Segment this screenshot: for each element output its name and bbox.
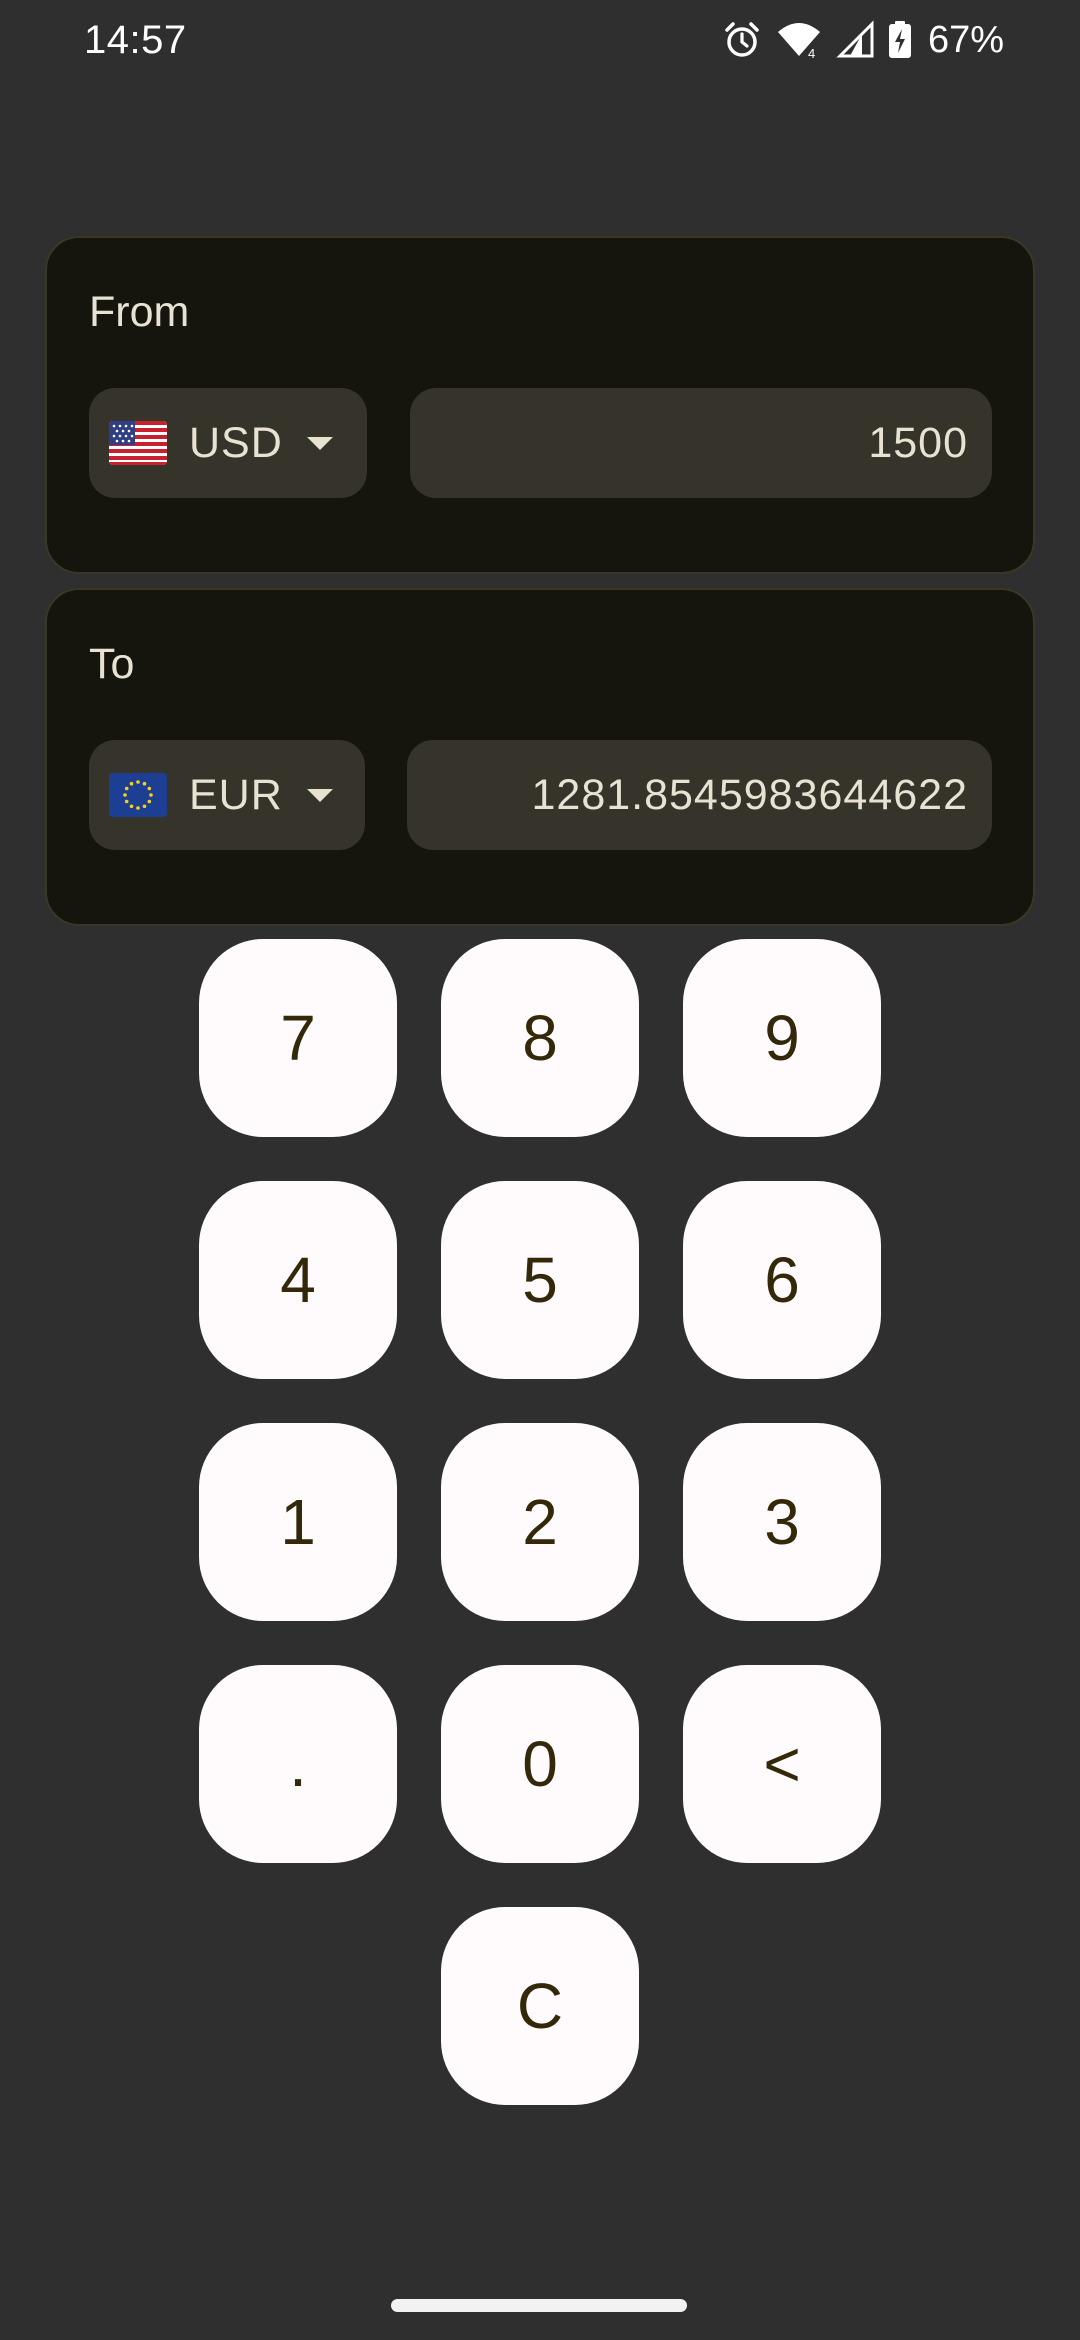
dropdown-arrow-icon xyxy=(306,788,333,802)
cell-signal-icon xyxy=(836,20,874,60)
us-flag-icon xyxy=(109,421,167,465)
key-2[interactable]: 2 xyxy=(441,1423,639,1621)
from-card: From USD 1500 xyxy=(45,236,1035,574)
from-currency-dropdown[interactable]: USD xyxy=(89,388,367,498)
battery-charging-icon xyxy=(888,20,912,60)
battery-percent: 67% xyxy=(927,18,1004,61)
status-icons: 4 67% xyxy=(722,16,1004,64)
status-time: 14:57 xyxy=(84,18,187,62)
from-currency-code: USD xyxy=(189,418,283,467)
to-amount-field[interactable]: 1281.8545983644622 xyxy=(407,740,992,850)
eu-flag-icon xyxy=(109,773,167,817)
status-bar: 14:57 4 67% xyxy=(0,0,1080,80)
key-7[interactable]: 7 xyxy=(199,939,397,1137)
to-currency-dropdown[interactable]: EUR xyxy=(89,740,365,850)
key-0[interactable]: 0 xyxy=(441,1665,639,1863)
key-3[interactable]: 3 xyxy=(683,1423,881,1621)
key-backspace[interactable]: < xyxy=(683,1665,881,1863)
gesture-nav-bar[interactable] xyxy=(391,2299,687,2312)
from-amount-field[interactable]: 1500 xyxy=(410,388,992,498)
key-9[interactable]: 9 xyxy=(683,939,881,1137)
key-4[interactable]: 4 xyxy=(199,1181,397,1379)
key-5[interactable]: 5 xyxy=(441,1181,639,1379)
from-label: From xyxy=(89,288,190,336)
wifi-icon: 4 xyxy=(776,20,822,60)
key-1[interactable]: 1 xyxy=(199,1423,397,1621)
key-decimal[interactable]: . xyxy=(199,1665,397,1863)
to-card: To EUR 1281.8545983644622 xyxy=(45,588,1035,926)
to-label: To xyxy=(89,640,135,688)
key-8[interactable]: 8 xyxy=(441,939,639,1137)
dropdown-arrow-icon xyxy=(306,436,333,450)
alarm-icon xyxy=(722,20,762,60)
svg-text:4: 4 xyxy=(808,46,815,60)
key-clear[interactable]: C xyxy=(441,1907,639,2105)
key-6[interactable]: 6 xyxy=(683,1181,881,1379)
to-currency-code: EUR xyxy=(189,770,283,819)
